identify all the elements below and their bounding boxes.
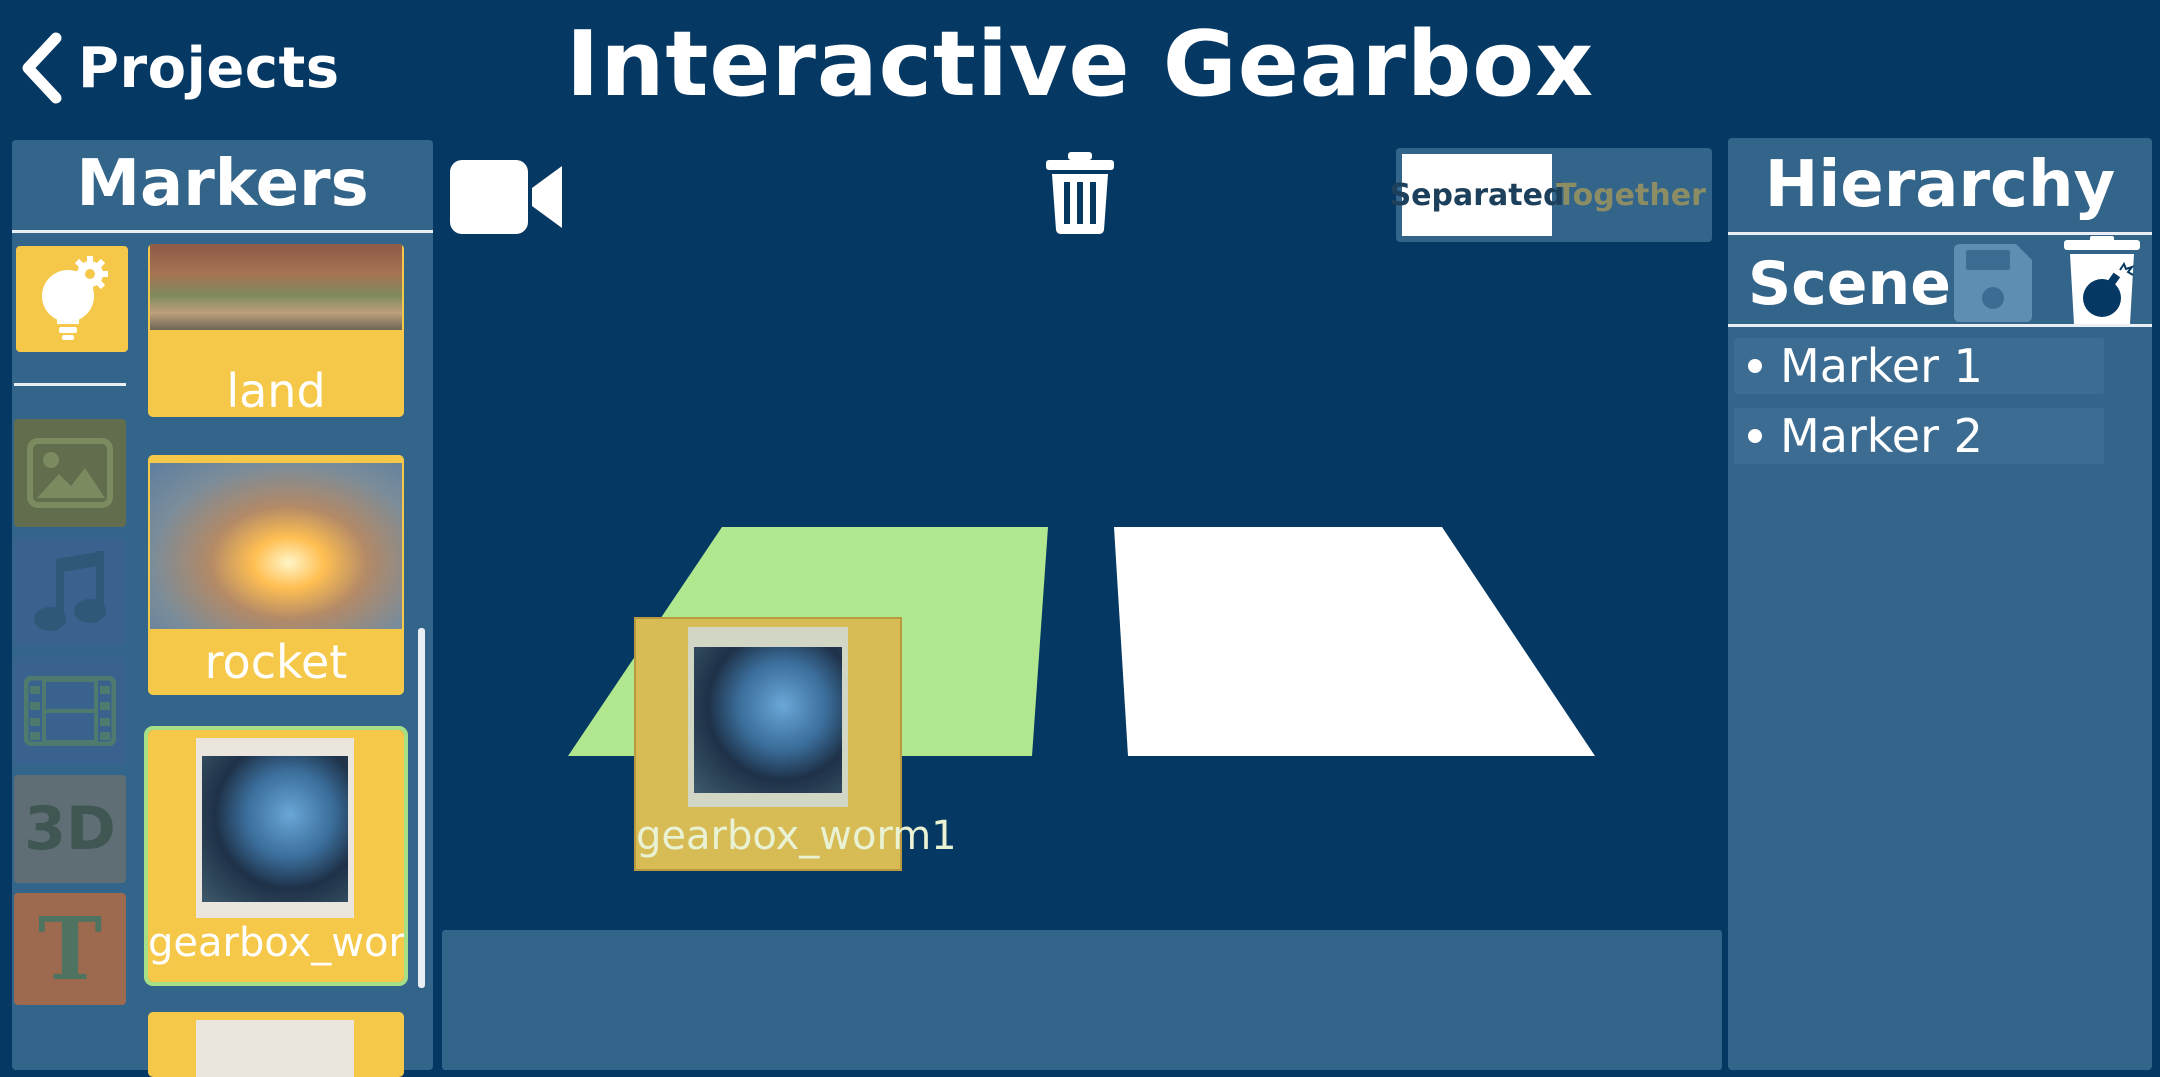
- hierarchy-title: Hierarchy: [1764, 148, 2116, 222]
- marker-2-plane[interactable]: [1114, 527, 1595, 756]
- bottom-panel: [442, 930, 1722, 1070]
- marker-card-land[interactable]: land: [148, 244, 404, 417]
- category-3d-button[interactable]: 3D: [14, 775, 126, 883]
- divider: [12, 230, 433, 233]
- video-camera-icon: [450, 160, 562, 234]
- marker-thumbnail: [196, 1020, 354, 1077]
- markers-scrollbar[interactable]: [418, 628, 425, 988]
- category-audio-button[interactable]: [14, 538, 126, 646]
- marker-label: rocket: [204, 635, 348, 689]
- trash-bomb-icon: [2064, 236, 2140, 324]
- markers-title: Markers: [76, 147, 369, 221]
- bullet: [1748, 429, 1762, 443]
- hierarchy-item-marker-2[interactable]: Marker 2: [1734, 408, 2104, 464]
- dragged-marker-preview[interactable]: gearbox_worm1: [634, 617, 957, 871]
- hierarchy-item-label: Marker 1: [1780, 339, 1983, 393]
- clear-scene-button[interactable]: [2062, 236, 2142, 326]
- floppy-disk-icon: [1954, 244, 2032, 322]
- gearbox-thumbnail: [196, 738, 354, 918]
- marker-card-gearbox-worm1[interactable]: gearbox_worm1: [144, 726, 408, 986]
- save-scene-button[interactable]: [1950, 242, 2034, 324]
- music-icon: [34, 551, 106, 631]
- lightbulb-gear-icon: [42, 256, 108, 340]
- gearbox-thumbnail: [688, 627, 848, 807]
- delete-button[interactable]: [1044, 150, 1116, 234]
- image-icon: [27, 438, 113, 508]
- hierarchy-item-marker-1[interactable]: Marker 1: [1734, 338, 2104, 394]
- divider: [1728, 324, 2152, 327]
- mode-together-option[interactable]: Together: [1554, 154, 1708, 236]
- category-video-button[interactable]: [14, 657, 126, 765]
- marker-label: gearbox_worm1: [148, 920, 404, 966]
- scene-label: Scene: [1748, 249, 1951, 319]
- divider: [1728, 232, 2152, 235]
- hierarchy-item-label: Marker 2: [1780, 409, 1983, 463]
- mode-separated-option[interactable]: Separated: [1390, 154, 1564, 236]
- page-title: Interactive Gearbox: [565, 12, 1595, 117]
- marker-card-rocket[interactable]: rocket: [148, 455, 404, 695]
- film-icon: [24, 676, 116, 746]
- category-interaction-button[interactable]: [16, 246, 128, 352]
- rocket-thumbnail: [150, 463, 402, 629]
- marker-label: land: [226, 364, 326, 417]
- trash-icon: [1046, 152, 1114, 234]
- category-image-button[interactable]: [14, 419, 126, 527]
- record-video-button[interactable]: [448, 158, 564, 236]
- category-text-button[interactable]: T: [14, 893, 126, 1005]
- category-divider: [14, 383, 126, 386]
- dragged-marker-label: gearbox_worm1: [636, 813, 957, 859]
- land-thumbnail: [150, 244, 402, 330]
- hierarchy-panel: Hierarchy Scene Marker 1 Marker 2: [1728, 138, 2152, 1070]
- marker-card-partial[interactable]: [148, 1012, 404, 1077]
- bullet: [1748, 359, 1762, 373]
